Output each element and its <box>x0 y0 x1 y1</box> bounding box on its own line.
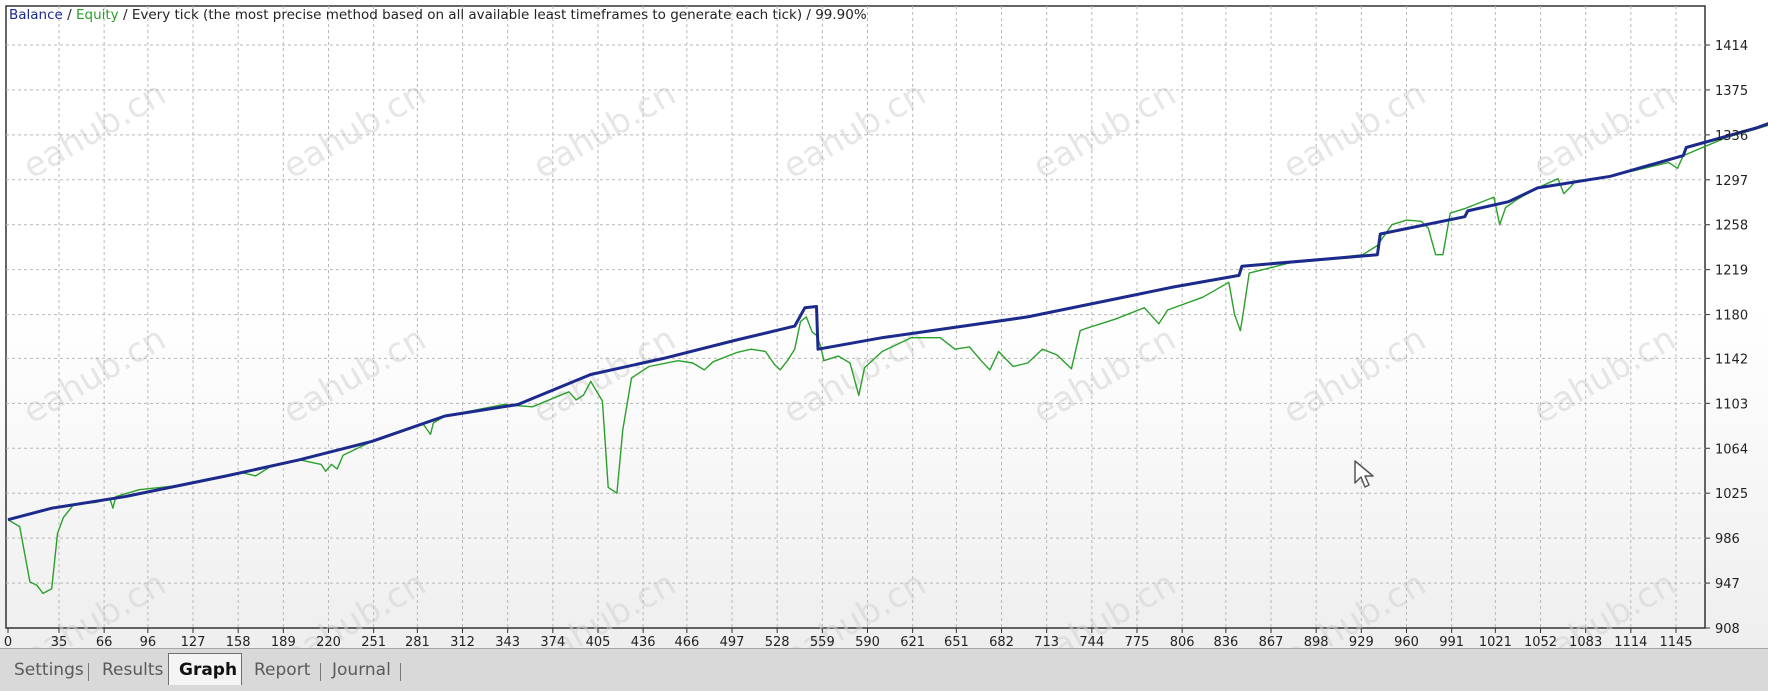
equity-series-line <box>7 124 1768 595</box>
balance-equity-chart: eahub.cn eahub.cn eahub.cn eahub.cn eahub.cn… <box>4 5 1768 648</box>
x-tick-label: 96 <box>140 635 157 648</box>
x-tick-label: 405 <box>586 635 611 648</box>
y-tick-label: 1064 <box>1715 442 1748 457</box>
plot-frame <box>5 5 1706 629</box>
watermark-text: eahub.cn <box>1026 74 1182 187</box>
x-tick-label: 0 <box>4 635 12 648</box>
x-tick-label: 929 <box>1349 635 1374 648</box>
x-tick-label: 1052 <box>1524 635 1557 648</box>
x-tick-label: 220 <box>316 635 341 648</box>
balance-label: Balance <box>9 7 63 23</box>
watermark-text: eahub.cn <box>276 319 432 432</box>
x-tick-label: 497 <box>720 635 745 648</box>
header-sep: / <box>63 7 76 23</box>
x-tick-label: 806 <box>1170 635 1195 648</box>
x-tick-label: 867 <box>1259 635 1284 648</box>
y-tick-label: 947 <box>1715 577 1740 592</box>
y-tick-label: 1297 <box>1715 174 1748 189</box>
chart-header: Balance / Equity / Every tick (the most … <box>9 7 867 23</box>
x-tick-label: 528 <box>765 635 790 648</box>
x-tick-label: 1021 <box>1479 635 1512 648</box>
x-tick-label: 836 <box>1213 635 1238 648</box>
x-tick-label: 436 <box>631 635 656 648</box>
x-tick-label: 312 <box>450 635 475 648</box>
watermark-text: eahub.cn <box>526 319 682 432</box>
x-tick-label: 66 <box>96 635 113 648</box>
watermark-text: eahub.cn <box>276 74 432 187</box>
x-tick-label: 621 <box>900 635 925 648</box>
x-tick-label: 35 <box>51 635 68 648</box>
y-tick-label: 1180 <box>1715 309 1748 324</box>
tab-graph[interactable]: Graph <box>168 653 242 685</box>
y-tick-label: 908 <box>1715 622 1740 637</box>
y-tick-label: 1414 <box>1715 39 1748 54</box>
y-tick-label: 1336 <box>1715 129 1748 144</box>
x-tick-label: 251 <box>361 635 386 648</box>
header-description: / Every tick (the most precise method ba… <box>119 7 867 23</box>
y-tick-label: 1375 <box>1715 84 1748 99</box>
x-tick-label: 189 <box>271 635 296 648</box>
x-tick-label: 682 <box>989 635 1014 648</box>
watermark-text: eahub.cn <box>1026 319 1182 432</box>
watermark-text: eahub.cn <box>776 74 932 187</box>
x-tick-label: 898 <box>1304 635 1329 648</box>
tab-bar: Settings Results Graph Report Journal <box>0 648 1768 691</box>
tab-settings[interactable]: Settings <box>4 657 94 683</box>
mouse-cursor-icon <box>1354 460 1374 488</box>
x-tick-label: 775 <box>1125 635 1150 648</box>
x-tick-label: 343 <box>495 635 520 648</box>
y-tick-label: 1025 <box>1715 487 1748 502</box>
tab-separator <box>400 663 401 681</box>
tab-journal[interactable]: Journal <box>322 657 401 683</box>
tester-window: eahub.cn eahub.cn eahub.cn eahub.cn eahub.cn… <box>0 0 1768 691</box>
x-tick-label: 158 <box>226 635 251 648</box>
watermark-text: eahub.cn <box>1276 74 1432 187</box>
y-tick-label: 1103 <box>1715 397 1748 412</box>
x-tick-label: 991 <box>1439 635 1464 648</box>
watermark-text: eahub.cn <box>16 74 172 187</box>
watermark-text: eahub.cn <box>526 74 682 187</box>
tab-separator <box>88 663 89 681</box>
watermark-layer: eahub.cn eahub.cn eahub.cn eahub.cn eahub.cn… <box>16 74 1682 648</box>
watermark-text: eahub.cn <box>776 319 932 432</box>
watermark-text: eahub.cn <box>16 319 172 432</box>
x-tick-label: 1083 <box>1569 635 1602 648</box>
watermark-text: eahub.cn <box>1276 319 1432 432</box>
x-tick-label: 590 <box>855 635 880 648</box>
grid-layer <box>6 6 1705 628</box>
x-tick-label: 559 <box>810 635 835 648</box>
x-tick-label: 1114 <box>1614 635 1647 648</box>
series-layer <box>7 122 1768 595</box>
x-tick-label: 960 <box>1394 635 1419 648</box>
x-tick-label: 127 <box>181 635 206 648</box>
x-tick-label: 466 <box>674 635 699 648</box>
x-tick-label: 713 <box>1034 635 1059 648</box>
y-tick-label: 986 <box>1715 532 1740 547</box>
x-tick-label: 744 <box>1079 635 1104 648</box>
x-tick-label: 651 <box>944 635 969 648</box>
y-tick-label: 1142 <box>1715 352 1748 367</box>
equity-label: Equity <box>76 7 119 23</box>
watermark-text: eahub.cn <box>1526 319 1682 432</box>
tab-report[interactable]: Report <box>244 657 320 683</box>
y-tick-label: 1219 <box>1715 264 1748 279</box>
x-tick-label: 1145 <box>1659 635 1692 648</box>
x-tick-label: 281 <box>405 635 430 648</box>
watermark-text: eahub.cn <box>1526 74 1682 187</box>
tab-results[interactable]: Results <box>92 657 173 683</box>
tab-separator <box>320 663 321 681</box>
y-tick-label: 1258 <box>1715 219 1748 234</box>
x-tick-label: 374 <box>540 635 565 648</box>
